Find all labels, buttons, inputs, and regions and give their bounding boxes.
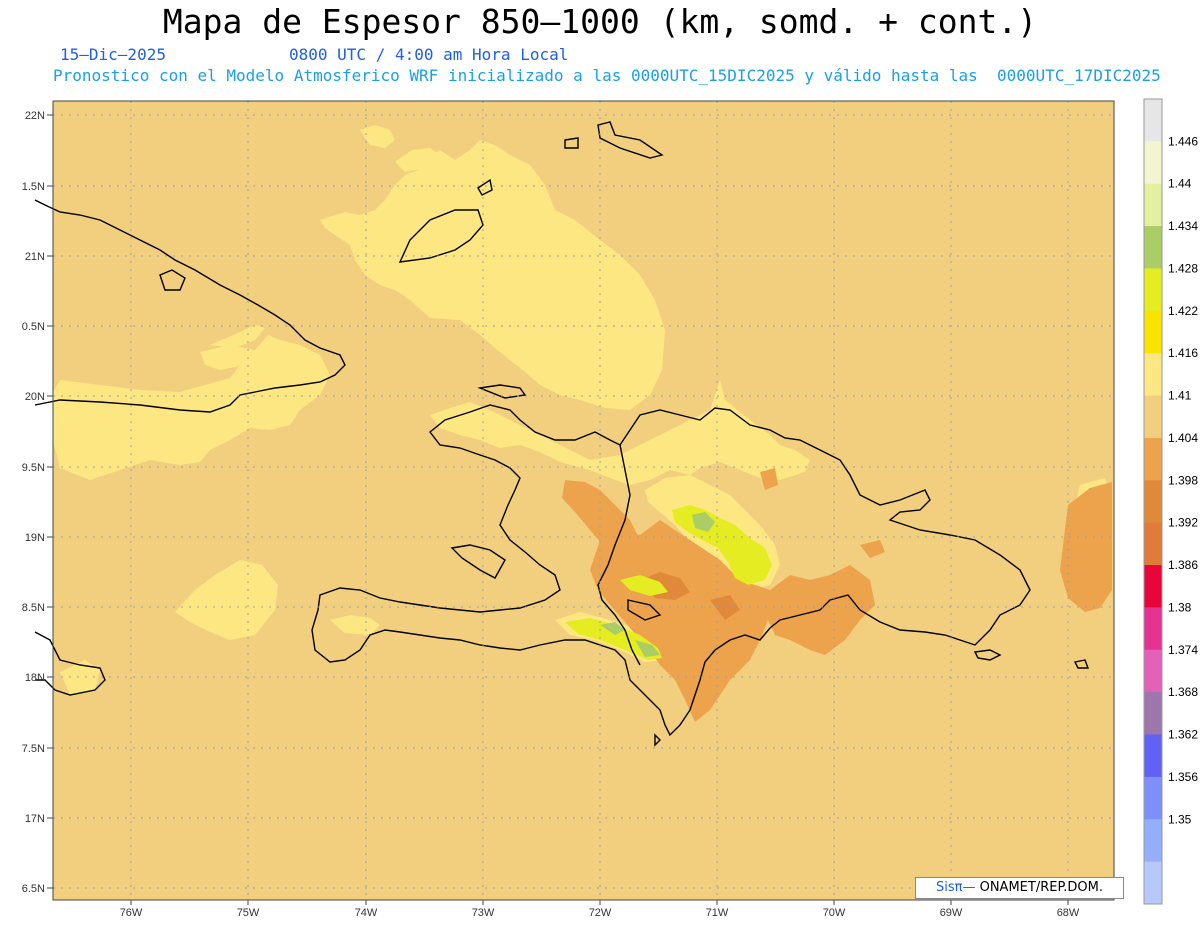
lon-label: 69W	[940, 907, 963, 919]
colorbar-label: 1.374	[1168, 643, 1198, 657]
colorbar	[1143, 98, 1163, 905]
colorbar-swatch	[1144, 141, 1162, 185]
colorbar-swatch	[1144, 226, 1162, 269]
colorbar-swatch	[1144, 776, 1162, 820]
lat-label: 17N	[25, 813, 45, 825]
credit-box: Sisπ— ONAMET/REP.DOM.	[915, 877, 1124, 899]
lon-label: 75W	[237, 907, 260, 919]
colorbar-swatch	[1144, 565, 1162, 608]
lat-label: 0.5N	[22, 321, 45, 333]
lat-label: 18N	[25, 672, 45, 684]
colorbar-swatch	[1144, 861, 1162, 905]
lat-label: 21N	[25, 251, 45, 263]
colorbar-swatch	[1144, 480, 1162, 524]
lat-label: 1.5N	[22, 181, 45, 193]
colorbar-label: 1.44	[1168, 177, 1192, 191]
colorbar-swatch	[1144, 692, 1162, 736]
colorbar-label: 1.446	[1168, 134, 1198, 148]
lat-label: 7.5N	[22, 743, 45, 755]
colorbar-swatch	[1144, 819, 1162, 863]
colorbar-labels: 1.446 1.44 1.434 1.428 1.422 1.416 1.41 1.404 1.…	[1168, 134, 1198, 826]
colorbar-swatch	[1144, 522, 1162, 566]
colorbar-label: 1.416	[1168, 346, 1198, 360]
colorbar-label: 1.428	[1168, 261, 1198, 275]
colorbar-swatch	[1144, 395, 1162, 439]
colorbar-swatch	[1144, 437, 1162, 481]
colorbar-swatch	[1144, 607, 1162, 651]
colorbar-swatch	[1144, 734, 1162, 778]
colorbar-label: 1.35	[1168, 812, 1192, 826]
colorbar-label: 1.434	[1168, 219, 1198, 233]
colorbar-swatch	[1144, 649, 1162, 693]
colorbar-label: 1.368	[1168, 685, 1198, 699]
lat-label: 6.5N	[22, 883, 45, 895]
lon-label: 70W	[823, 907, 846, 919]
colorbar-label: 1.404	[1168, 431, 1198, 445]
thickness-map: 22N 1.5N 21N 0.5N 20N 9.5N 19N 8.5N 18N 7.5N 17N 6.…	[22, 98, 1198, 919]
lat-label: 22N	[25, 110, 45, 122]
lon-label: 72W	[589, 907, 612, 919]
colorbar-swatch	[1144, 268, 1162, 312]
lat-label: 8.5N	[22, 602, 45, 614]
lon-label: 71W	[706, 907, 729, 919]
organization-text: ONAMET/REP.DOM.	[975, 880, 1103, 895]
lon-label: 74W	[355, 907, 378, 919]
colorbar-swatch	[1144, 99, 1162, 142]
longitude-labels: 76W 75W 74W 73W 72W 71W 70W 69W 68W	[120, 900, 1080, 919]
colorbar-label: 1.386	[1168, 558, 1198, 572]
colorbar-label: 1.392	[1168, 516, 1198, 530]
colorbar-label: 1.38	[1168, 600, 1192, 614]
colorbar-swatch	[1144, 183, 1162, 227]
lat-label: 9.5N	[22, 462, 45, 474]
latitude-labels: 22N 1.5N 21N 0.5N 20N 9.5N 19N 8.5N 18N 7.5N 17N 6.…	[22, 110, 53, 895]
sis-logo-text: Sisπ—	[936, 880, 976, 895]
colorbar-label: 1.356	[1168, 770, 1198, 784]
lat-label: 20N	[25, 391, 45, 403]
lat-label: 19N	[25, 532, 45, 544]
colorbar-swatch	[1144, 310, 1162, 354]
colorbar-label: 1.41	[1168, 389, 1192, 403]
lon-label: 76W	[120, 907, 143, 919]
colorbar-label: 1.362	[1168, 728, 1198, 742]
colorbar-label: 1.398	[1168, 473, 1198, 487]
colorbar-swatch	[1144, 353, 1162, 397]
lon-label: 73W	[472, 907, 495, 919]
colorbar-label: 1.422	[1168, 304, 1198, 318]
lon-label: 68W	[1057, 907, 1080, 919]
